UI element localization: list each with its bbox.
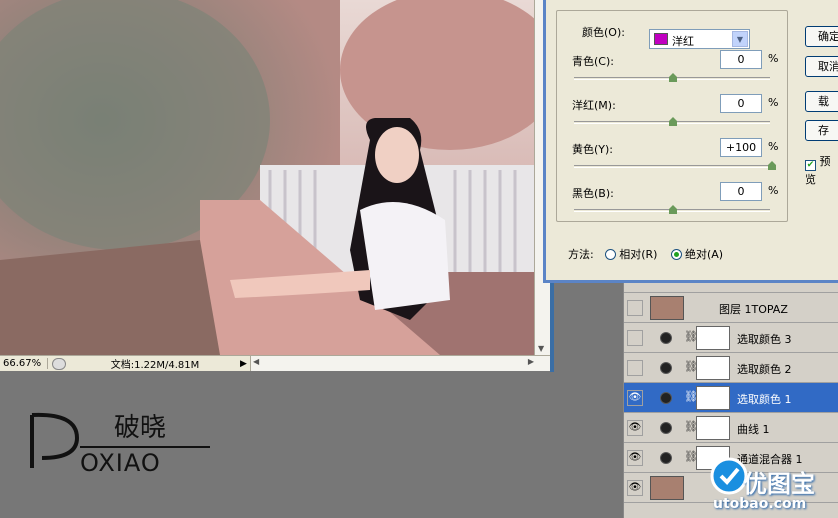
yellow-label: 黄色(Y): xyxy=(572,143,614,156)
layer-name: 图层 1TOPAZ xyxy=(719,303,788,316)
ok-button[interactable]: 确定 xyxy=(805,26,838,47)
yellow-input[interactable]: +100 xyxy=(720,138,762,157)
watermark-cn: 优图宝 xyxy=(743,470,815,498)
layer-thumbnail xyxy=(650,476,684,500)
radio-absolute-icon[interactable] xyxy=(670,249,682,260)
canvas-photo[interactable] xyxy=(0,0,550,355)
horizontal-scrollbar[interactable] xyxy=(250,356,550,371)
layer-row-selective-2[interactable]: ⛓ 选取颜色 2 xyxy=(624,353,838,383)
colors-dropdown-value: 洋红 xyxy=(672,35,694,48)
eye-icon[interactable]: 👁 xyxy=(627,390,643,406)
preview-checkbox[interactable]: ✔ 预览 xyxy=(805,153,838,187)
cancel-button[interactable]: 取消 xyxy=(805,56,838,77)
layer-mask-thumbnail xyxy=(696,326,730,350)
poxiao-logo: 破晓 OXIAO xyxy=(22,403,222,486)
radio-relative-icon[interactable] xyxy=(605,249,617,260)
eye-icon[interactable]: 👁 xyxy=(627,480,643,496)
layer-row-selective-3[interactable]: ⛓ 选取颜色 3 xyxy=(624,323,838,353)
adjustment-icon xyxy=(660,362,672,374)
yellow-track[interactable] xyxy=(574,165,770,168)
status-bar: 66.67% 文档:1.22M/4.81M ▶ xyxy=(0,355,550,371)
adjustment-icon xyxy=(660,422,672,434)
selective-color-dialog: 颜色(O): 洋红 ▼ 青色(C): 0 % 洋红(M): 0 % 黄色(Y):… xyxy=(543,0,838,283)
layer-mask-thumbnail xyxy=(696,386,730,410)
document-size: 文档:1.22M/4.81M xyxy=(110,360,200,371)
checkmark-icon[interactable]: ✔ xyxy=(805,160,816,171)
chevron-down-icon[interactable]: ▼ xyxy=(732,31,748,47)
radio-absolute[interactable]: 绝对(A) xyxy=(670,248,724,261)
layer-name: 选取颜色 2 xyxy=(737,363,792,376)
scroll-down-icon[interactable]: ▼ xyxy=(538,344,544,353)
layer-thumbnail xyxy=(650,296,684,320)
radio-relative[interactable]: 相对(R) xyxy=(605,248,657,261)
layer-row-partial[interactable] xyxy=(624,283,838,293)
adjustment-icon xyxy=(660,392,672,404)
visibility-toggle[interactable] xyxy=(627,330,643,346)
magenta-pct: % xyxy=(768,96,779,109)
visibility-toggle[interactable] xyxy=(627,300,643,316)
layer-name: 曲线 1 xyxy=(737,423,770,436)
layer-row-curves[interactable]: 👁 ⛓ 曲线 1 xyxy=(624,413,838,443)
utobao-watermark: 优图宝 utobao.com xyxy=(707,448,838,518)
color-swatch xyxy=(654,33,668,45)
radio-relative-label: 相对(R) xyxy=(619,248,658,261)
method-group: 方法: 相对(R) 绝对(A) xyxy=(568,246,723,262)
layer-row-selective-1[interactable]: 👁 ⛓ 选取颜色 1 xyxy=(624,383,838,413)
radio-absolute-label: 绝对(A) xyxy=(684,248,724,261)
watermark-url: utobao.com xyxy=(713,496,807,512)
status-menu-arrow[interactable]: ▶ xyxy=(240,359,250,369)
adjustment-icon xyxy=(660,452,672,464)
layer-mask-thumbnail xyxy=(696,356,730,380)
method-label: 方法: xyxy=(568,248,594,261)
logo-latin: OXIAO xyxy=(80,449,161,477)
layer-name: 选取颜色 3 xyxy=(737,333,792,346)
black-label: 黑色(B): xyxy=(572,187,614,200)
layer-mask-thumbnail xyxy=(696,416,730,440)
black-pct: % xyxy=(768,184,779,197)
save-button[interactable]: 存储... xyxy=(805,120,838,141)
adjustment-icon xyxy=(660,332,672,344)
magenta-input[interactable]: 0 xyxy=(720,94,762,113)
photo-image xyxy=(0,0,550,355)
eye-icon[interactable]: 👁 xyxy=(627,450,643,466)
visibility-toggle[interactable] xyxy=(627,360,643,376)
eye-icon[interactable]: 👁 xyxy=(627,420,643,436)
magenta-label: 洋红(M): xyxy=(572,99,616,112)
black-input[interactable]: 0 xyxy=(720,182,762,201)
logo-chinese: 破晓 xyxy=(114,413,167,443)
navigator-icon[interactable] xyxy=(52,357,66,370)
layer-row-topaz[interactable]: 图层 1TOPAZ xyxy=(624,293,838,323)
load-button[interactable]: 载入... xyxy=(805,91,838,112)
colors-dropdown[interactable]: 洋红 ▼ xyxy=(649,29,750,49)
colors-label: 颜色(O): xyxy=(582,26,625,39)
cyan-input[interactable]: 0 xyxy=(720,50,762,69)
cyan-label: 青色(C): xyxy=(572,55,614,68)
yellow-pct: % xyxy=(768,140,779,153)
cyan-pct: % xyxy=(768,52,779,65)
zoom-level[interactable]: 66.67% xyxy=(0,358,48,369)
layer-name: 选取颜色 1 xyxy=(737,393,792,406)
